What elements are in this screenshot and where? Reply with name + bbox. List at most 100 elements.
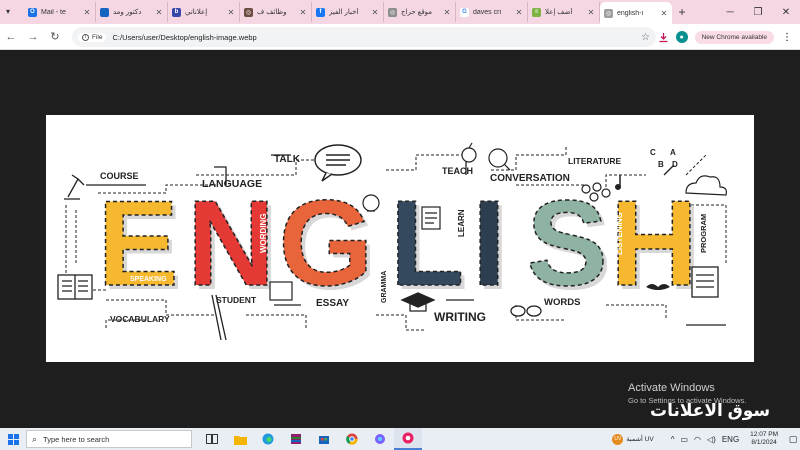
book-icon [57,274,93,300]
browser-tab[interactable]: ≡ أضف إعلا ✕ [528,2,600,22]
browser-tab[interactable]: b إعلاناتي ✕ [168,2,240,22]
tab-favicon-icon: ≡ [532,7,541,17]
site-logo-text: سوق الاعلانات [650,401,771,420]
tab-close-icon[interactable]: ✕ [299,8,307,17]
document-icon [421,206,441,230]
chrome-active-window-icon[interactable] [394,428,422,450]
info-icon: i [82,33,89,41]
tab-strip: ▾ O Mail - te ✕ دكتور ومد ✕ b إعلاناتي ✕ ◎ وظائف … [0,0,800,24]
file-explorer-icon[interactable] [226,428,254,450]
bookmark-star-icon[interactable]: ☆ [641,32,650,43]
tab-title: وظائف ف [257,9,287,16]
wifi-icon[interactable]: ◠ [694,435,701,444]
word-c: C [650,148,656,157]
taskbar-search-placeholder: Type here to search [43,434,110,444]
notebook-icon [691,266,719,298]
download-icon[interactable] [655,28,673,46]
magnifier-icon [488,148,511,171]
tab-close-icon[interactable]: ✕ [660,9,668,18]
browser-tab[interactable]: O Mail - te ✕ [24,2,96,22]
tab-close-icon[interactable]: ✕ [371,8,379,17]
browser-tab[interactable]: ◎ موقع حراج ✕ [384,2,456,22]
network-icon[interactable]: ▭ [680,435,688,444]
word-student: STUDENT [216,295,257,305]
word-writing: WRITING [434,310,486,324]
menu-kebab-icon[interactable]: ⋮ [778,28,796,46]
restore-icon[interactable]: ❐ [744,0,772,24]
browser-tab[interactable]: ◎ وظائف ف ✕ [240,2,312,22]
language-indicator[interactable]: ENG [722,435,739,444]
uv-icon: UV [612,433,624,445]
tab-close-icon[interactable]: ✕ [155,8,163,17]
chrome-icon[interactable] [338,428,366,450]
tab-close-icon[interactable]: ✕ [587,8,595,17]
edge-icon[interactable] [254,428,282,450]
activate-windows-title: Activate Windows [628,382,715,394]
tab-favicon-icon: ◎ [604,8,613,18]
taskbar-search[interactable]: ⌕ Type here to search [26,430,192,448]
tab-title: موقع حراج [401,9,433,16]
url-text[interactable]: C:/Users/user/Desktop/english-image.webp [112,33,641,42]
forward-icon[interactable]: → [22,26,44,48]
windows-taskbar: ⌕ Type here to search UV أشمبة UV ^ ▭ ◠ … [0,428,800,450]
weather-widget[interactable]: UV أشمبة UV [612,433,654,445]
browser-tab[interactable]: f أخبار الفيز ✕ [312,2,384,22]
notifications-icon[interactable]: ▢ [786,432,800,446]
word-conversation: CONVERSATION [490,173,570,184]
tab-favicon-icon: ◎ [244,7,253,17]
tab-favicon-icon: b [172,7,181,17]
tab-title: Mail - te [41,8,66,16]
tab-close-icon[interactable]: ✕ [227,8,235,17]
lamp-icon [64,174,85,200]
copilot-icon[interactable] [366,428,394,450]
letter-e: E [97,175,178,311]
store-icon[interactable] [310,428,338,450]
weather-label: أشمبة UV [626,436,654,443]
tab-favicon-icon: ◎ [388,7,397,17]
tab-title: أضف إعلا [545,9,573,16]
clock[interactable]: 12:07 PM 8/1/2024 [750,431,778,447]
english-illustration: EE NN GG LL II SS HH COURSELANGUAGETALKT… [57,142,727,341]
reload-icon[interactable]: ↻ [44,26,66,48]
site-info-chip[interactable]: i File [78,32,107,42]
clock-time: 12:07 PM [750,431,778,438]
toolbar-right: ● New Chrome available ⋮ [655,27,796,47]
clock-date: 8/1/2024 [751,439,777,446]
tab-title: daves cri [473,8,502,16]
tab-favicon-icon: f [316,7,325,17]
search-icon: ⌕ [32,433,38,444]
close-window-icon[interactable]: ✕ [772,0,800,24]
new-tab-button[interactable]: + [672,5,692,19]
task-view-icon[interactable] [198,428,226,450]
word-course: COURSE [100,171,139,181]
back-icon[interactable]: ← [0,26,22,48]
word-vocabulary: VOCABULARY [110,314,170,324]
start-button[interactable] [0,428,26,450]
minimize-icon[interactable]: ─ [716,0,744,24]
address-bar[interactable]: i File C:/Users/user/Desktop/english-ima… [72,27,656,47]
taskbar-apps [198,428,422,450]
volume-icon[interactable]: ◁) [707,435,716,444]
word-language: LANGUAGE [202,178,262,190]
word-talk: TALK [274,154,301,165]
avatar-icon: ● [675,31,688,43]
word-b: B [658,160,664,169]
tab-close-icon[interactable]: ✕ [515,8,523,17]
tab-list: O Mail - te ✕ دكتور ومد ✕ b إعلاناتي ✕ ◎ وظائف ف ✕… [0,0,672,24]
winrar-icon[interactable] [282,428,310,450]
scroll-icon [269,281,293,301]
tab-title: أخبار الفيز [329,9,359,16]
tab-close-icon[interactable]: ✕ [83,8,91,17]
browser-tab[interactable]: Gdaves cri ✕ [456,2,528,22]
word-teach: TEACH [442,166,473,176]
browser-tab[interactable]: دكتور ومد ✕ [96,2,168,22]
new-chrome-available-button[interactable]: New Chrome available [694,30,774,44]
browser-tab[interactable]: ◎ english-i ✕ [600,2,672,24]
word-words: WORDS [544,297,580,308]
profile-avatar[interactable]: ● [673,28,691,46]
tab-search-icon[interactable]: ▾ [6,7,10,16]
tab-close-icon[interactable]: ✕ [443,8,451,17]
windows-logo-icon [7,433,19,445]
chevron-up-icon[interactable]: ^ [671,435,675,444]
system-tray: UV أشمبة UV ^ ▭ ◠ ◁) ENG 12:07 PM 8/1/20… [612,428,800,450]
